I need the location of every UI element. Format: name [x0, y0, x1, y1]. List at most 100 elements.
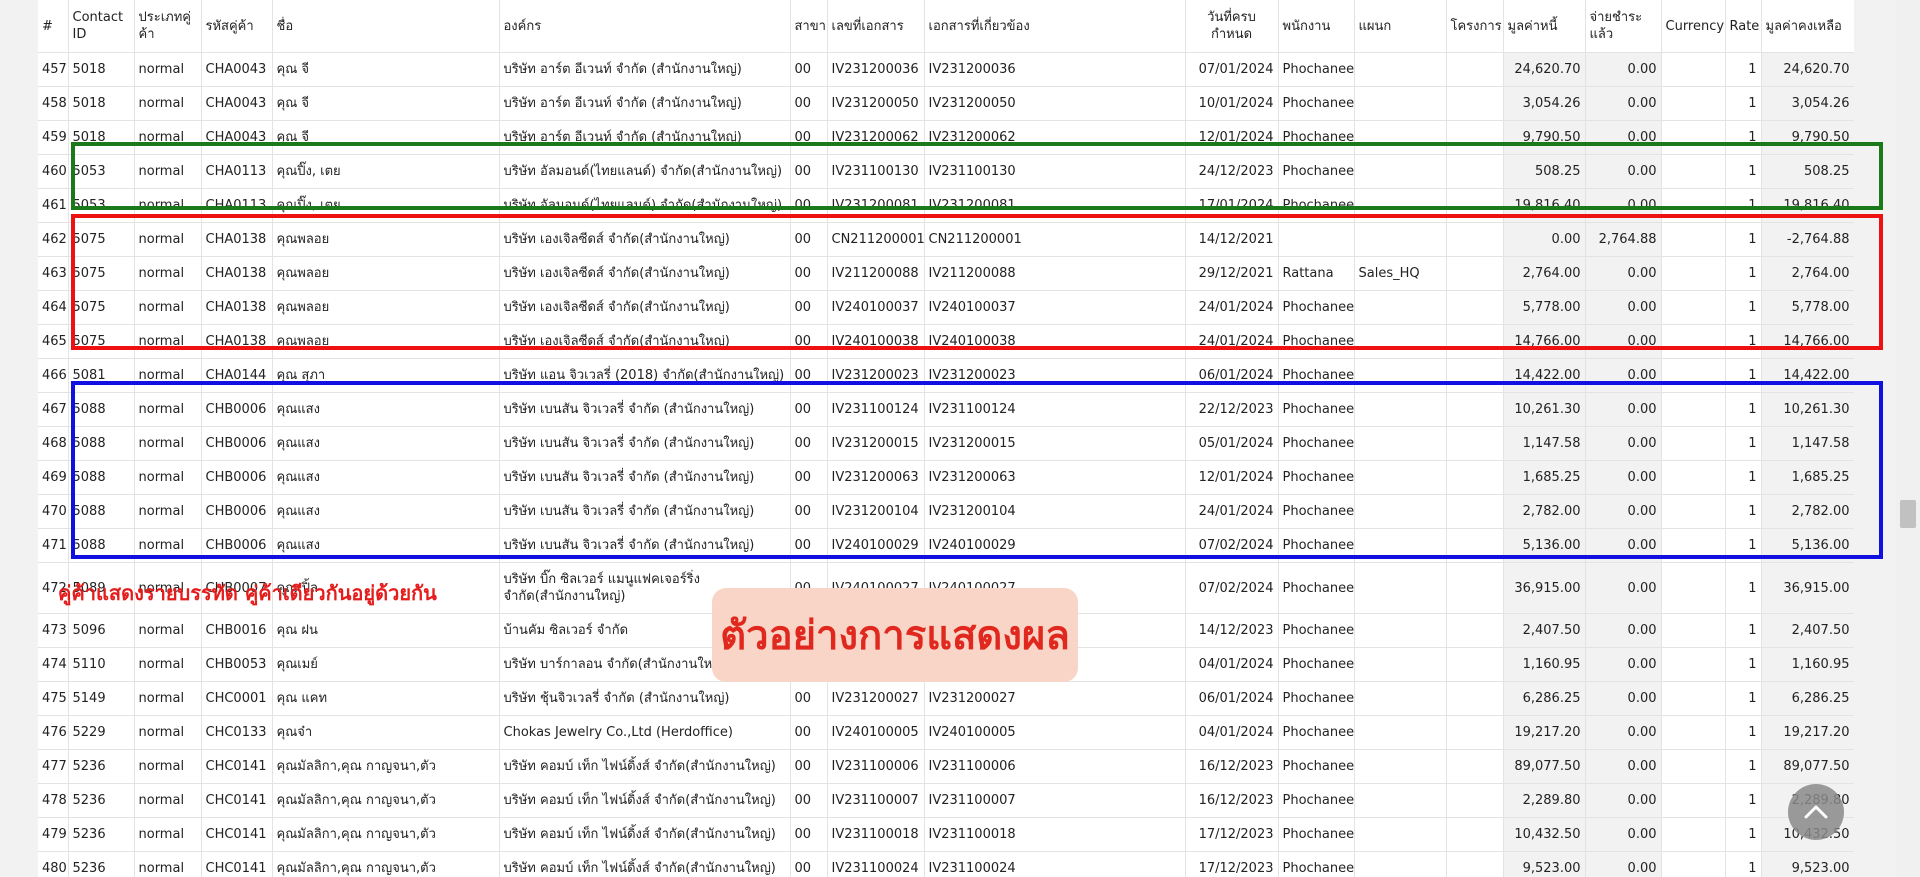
col-header-partner-type[interactable]: ประเภทคู่ค้า [134, 0, 202, 53]
table-row[interactable]: 462 5075 normal CHA0138 คุณพลอย บริษัท เองเจิ… [38, 222, 1854, 257]
cell-currency [1661, 256, 1726, 291]
vertical-scrollbar[interactable] [1896, 0, 1920, 877]
col-header-branch[interactable]: สาขา [790, 0, 828, 53]
cell-paid-amount: 0.00 [1585, 188, 1662, 223]
cell-partner-type: normal [134, 188, 202, 223]
col-header-currency[interactable]: Currency [1661, 0, 1726, 53]
cell-department [1354, 783, 1447, 818]
table-row[interactable]: 463 5075 normal CHA0138 คุณพลอย บริษัท เองเจิ… [38, 256, 1854, 291]
table-row[interactable]: 475 5149 normal CHC0001 คุณ แคท บริษัท ชุ้นจิ… [38, 681, 1854, 716]
cell-project [1446, 460, 1504, 495]
cell-due-date: 05/01/2024 [1185, 426, 1279, 461]
cell-organization: บริษัท เองเจิลซีดส์ จำกัด(สำนักงานใหญ่) [499, 256, 791, 291]
col-header-rate[interactable]: Rate [1725, 0, 1762, 53]
cell-paid-amount: 0.00 [1585, 715, 1662, 750]
table-row[interactable]: 471 5088 normal CHB0006 คุณแสง บริษัท เบนสัน … [38, 528, 1854, 563]
cell-branch: 00 [790, 851, 828, 877]
cell-partner-type: normal [134, 851, 202, 877]
cell-due-date: 06/01/2024 [1185, 681, 1279, 716]
table-row[interactable]: 480 5236 normal CHC0141 คุณมัลลิกา,คุณ กาญจน… [38, 851, 1854, 877]
cell-contact-id: 5236 [68, 783, 135, 818]
cell-employee: Phochanee [1278, 120, 1355, 155]
col-header-balance[interactable]: มูลค่าคงเหลือ [1761, 0, 1854, 53]
col-header-organization[interactable]: องค์กร [499, 0, 791, 53]
cell-contact-id: 5018 [68, 86, 135, 121]
cell-document-no: IV231200104 [827, 494, 925, 529]
cell-document-no: IV240100037 [827, 290, 925, 325]
col-header-debt-amount[interactable]: มูลค่าหนี้ [1503, 0, 1586, 53]
table-row[interactable]: 477 5236 normal CHC0141 คุณมัลลิกา,คุณ กาญจน… [38, 749, 1854, 784]
cell-document-no: IV231200023 [827, 358, 925, 393]
cell-no: 466 [38, 358, 69, 393]
cell-partner-type: normal [134, 749, 202, 784]
table-row[interactable]: 466 5081 normal CHA0144 คุณ สุภา บริษัท แอน จ… [38, 358, 1854, 393]
col-header-name[interactable]: ชื่อ [272, 0, 500, 53]
col-header-related-document[interactable]: เอกสารที่เกี่ยวข้อง [924, 0, 1186, 53]
table-row[interactable]: 461 5053 normal CHA0113 คุณปิ๊ง, เตย บริษัท อ… [38, 188, 1854, 223]
col-header-partner-code[interactable]: รหัสคู่ค้า [201, 0, 273, 53]
cell-document-no: IV240100038 [827, 324, 925, 359]
cell-debt-amount: 1,160.95 [1503, 647, 1586, 682]
cell-partner-code: CHB0016 [201, 613, 273, 648]
cell-department [1354, 460, 1447, 495]
table-row[interactable]: 464 5075 normal CHA0138 คุณพลอย บริษัท เองเจิ… [38, 290, 1854, 325]
col-header-project[interactable]: โครงการ [1446, 0, 1504, 53]
cell-paid-amount: 0.00 [1585, 290, 1662, 325]
cell-due-date: 14/12/2021 [1185, 222, 1279, 257]
table-row[interactable]: 470 5088 normal CHB0006 คุณแสง บริษัท เบนสัน … [38, 494, 1854, 529]
cell-related-document: IV231200050 [924, 86, 1186, 121]
table-row[interactable]: 465 5075 normal CHA0138 คุณพลอย บริษัท เองเจิ… [38, 324, 1854, 359]
cell-due-date: 07/02/2024 [1185, 528, 1279, 563]
cell-no: 462 [38, 222, 69, 257]
table-row[interactable]: 476 5229 normal CHC0133 คุณจ๋า Chokas Jewelry… [38, 715, 1854, 750]
col-header-no[interactable]: # [38, 0, 69, 53]
back-to-top-button[interactable] [1788, 784, 1844, 840]
cell-document-no: IV231100007 [827, 783, 925, 818]
cell-project [1446, 426, 1504, 461]
table-row[interactable]: 469 5088 normal CHB0006 คุณแสง บริษัท เบนสัน … [38, 460, 1854, 495]
cell-partner-code: CHB0006 [201, 426, 273, 461]
cell-partner-code: CHB0053 [201, 647, 273, 682]
scrollbar-thumb[interactable] [1900, 500, 1916, 528]
col-header-due-date[interactable]: วันที่ครบกำหนด [1185, 0, 1279, 53]
cell-project [1446, 154, 1504, 189]
table-row[interactable]: 459 5018 normal CHA0043 คุณ จี บริษัท อาร์ต อ… [38, 120, 1854, 155]
col-header-department[interactable]: แผนก [1354, 0, 1447, 53]
table-row[interactable]: 467 5088 normal CHB0006 คุณแสง บริษัท เบนสัน … [38, 392, 1854, 427]
cell-debt-amount: 9,523.00 [1503, 851, 1586, 877]
col-header-document-no[interactable]: เลขที่เอกสาร [827, 0, 925, 53]
table-row[interactable]: 478 5236 normal CHC0141 คุณมัลลิกา,คุณ กาญจน… [38, 783, 1854, 818]
cell-balance: 6,286.25 [1761, 681, 1854, 716]
cell-name: คุณพลอย [272, 222, 500, 257]
table-row[interactable]: 457 5018 normal CHA0043 คุณ จี บริษัท อาร์ต อ… [38, 52, 1854, 87]
receivables-table: # Contact ID ประเภทคู่ค้า รหัสคู่ค้า ชื่… [38, 0, 1854, 877]
cell-partner-code: CHC0141 [201, 851, 273, 877]
table-row[interactable]: 468 5088 normal CHB0006 คุณแสง บริษัท เบนสัน … [38, 426, 1854, 461]
col-header-contact-id[interactable]: Contact ID [68, 0, 135, 53]
cell-currency [1661, 647, 1726, 682]
cell-employee: Phochanee [1278, 324, 1355, 359]
cell-project [1446, 681, 1504, 716]
cell-name: คุณแสง [272, 460, 500, 495]
cell-name: คุณ จี [272, 120, 500, 155]
table-row[interactable]: 479 5236 normal CHC0141 คุณมัลลิกา,คุณ กาญจน… [38, 817, 1854, 852]
cell-balance: 3,054.26 [1761, 86, 1854, 121]
cell-rate: 1 [1725, 392, 1762, 427]
cell-organization: บริษัท เบนสัน จิวเวลรี่ จำกัด (สำนักงานใ… [499, 460, 791, 495]
cell-employee: Phochanee [1278, 426, 1355, 461]
cell-document-no: IV231200062 [827, 120, 925, 155]
cell-rate: 1 [1725, 817, 1762, 852]
cell-document-no: IV231100018 [827, 817, 925, 852]
cell-rate: 1 [1725, 426, 1762, 461]
table-row[interactable]: 460 5053 normal CHA0113 คุณปิ๊ง, เตย บริษัท อ… [38, 154, 1854, 189]
cell-paid-amount: 0.00 [1585, 851, 1662, 877]
cell-name: คุณมัลลิกา,คุณ กาญจนา,ตัว [272, 783, 500, 818]
col-header-paid-amount[interactable]: จ่ายชำระแล้ว [1585, 0, 1662, 53]
cell-partner-code: CHC0141 [201, 817, 273, 852]
col-header-employee[interactable]: พนักงาน [1278, 0, 1355, 53]
cell-currency [1661, 562, 1726, 614]
cell-employee [1278, 222, 1355, 257]
cell-rate: 1 [1725, 120, 1762, 155]
cell-partner-type: normal [134, 528, 202, 563]
table-row[interactable]: 458 5018 normal CHA0043 คุณ จี บริษัท อาร์ต อ… [38, 86, 1854, 121]
